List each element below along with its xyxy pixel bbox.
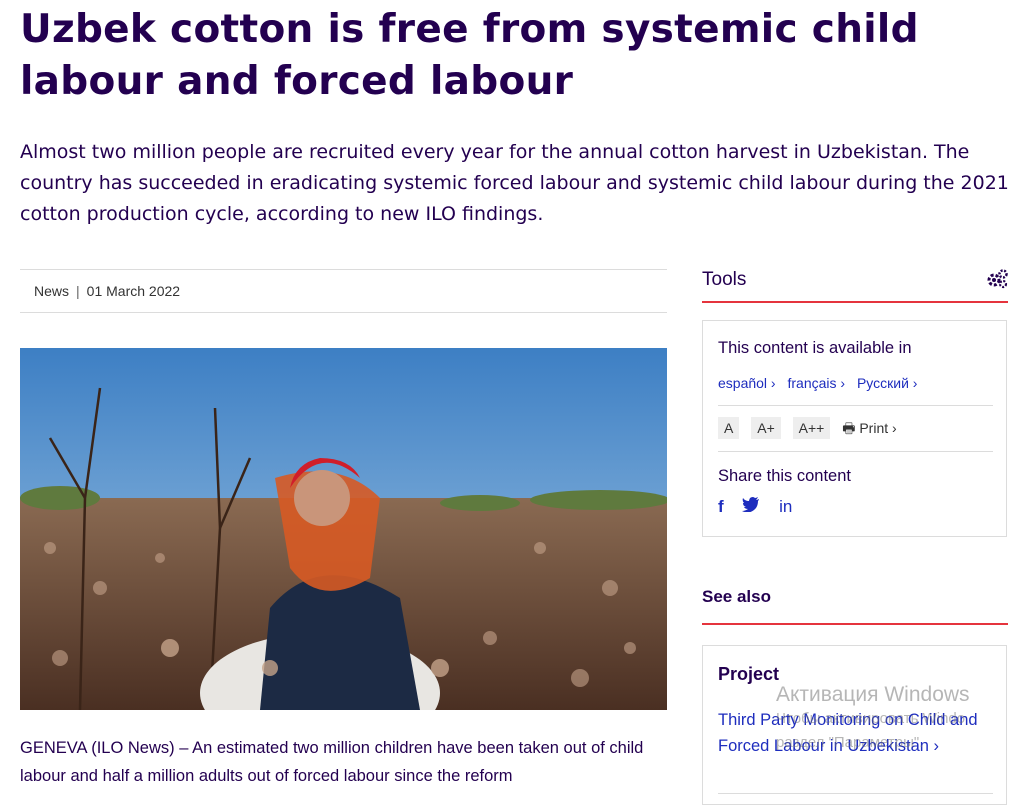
print-button[interactable]: 🖶 Print › — [842, 418, 896, 442]
text-size-large-button[interactable]: A+ — [751, 417, 781, 439]
windows-activation-watermark: Активация Windows Чтобы активировать Win… — [776, 683, 1024, 755]
see-also-header: See also — [702, 582, 1008, 625]
project-label: Project — [718, 664, 780, 684]
article-body: GENEVA (ILO News) – An estimated two mil… — [20, 739, 644, 785]
print-label: Print › — [859, 420, 897, 436]
divider — [718, 405, 993, 406]
article-type: News — [34, 283, 70, 299]
see-also-heading: See also — [702, 587, 771, 606]
available-languages-title: This content is available in — [718, 339, 912, 357]
share-title: Share this content — [718, 467, 851, 485]
page-title: Uzbek cotton is free from systemic child… — [20, 7, 919, 104]
text-size-xlarge-button[interactable]: A++ — [792, 417, 831, 439]
article-date: 01 March 2022 — [86, 283, 181, 299]
tools-heading: Tools — [702, 269, 747, 290]
tools-panel: This content is available in español › f… — [702, 320, 1007, 537]
printer-icon: 🖶 — [842, 420, 856, 436]
watermark-line-3: раздел "Параметры". — [776, 734, 924, 751]
share-icons: f in — [718, 497, 806, 519]
twitter-icon[interactable] — [742, 497, 760, 517]
divider — [718, 451, 993, 452]
tools-header: Tools — [702, 265, 1008, 303]
divider — [718, 793, 993, 794]
language-list: español › français › Русский › — [718, 375, 925, 391]
watermark-line-2: Чтобы активировать Windo — [776, 710, 966, 727]
hero-image — [20, 348, 667, 710]
text-size-controls: A A+ A++ 🖶 Print › — [718, 417, 897, 441]
meta-separator: | — [76, 283, 80, 299]
gears-icon[interactable] — [986, 269, 1008, 294]
linkedin-icon[interactable]: in — [779, 497, 792, 517]
watermark-line-1: Активация Windows — [776, 683, 970, 706]
language-link-ru[interactable]: Русский › — [857, 375, 918, 391]
text-size-normal-button[interactable]: A — [718, 417, 740, 439]
language-link-fr[interactable]: français › — [787, 375, 845, 391]
article-meta: News | 01 March 2022 — [20, 269, 667, 313]
language-link-es[interactable]: español › — [718, 375, 776, 391]
article-lead: Almost two million people are recruited … — [20, 141, 1009, 225]
facebook-icon[interactable]: f — [718, 497, 724, 517]
